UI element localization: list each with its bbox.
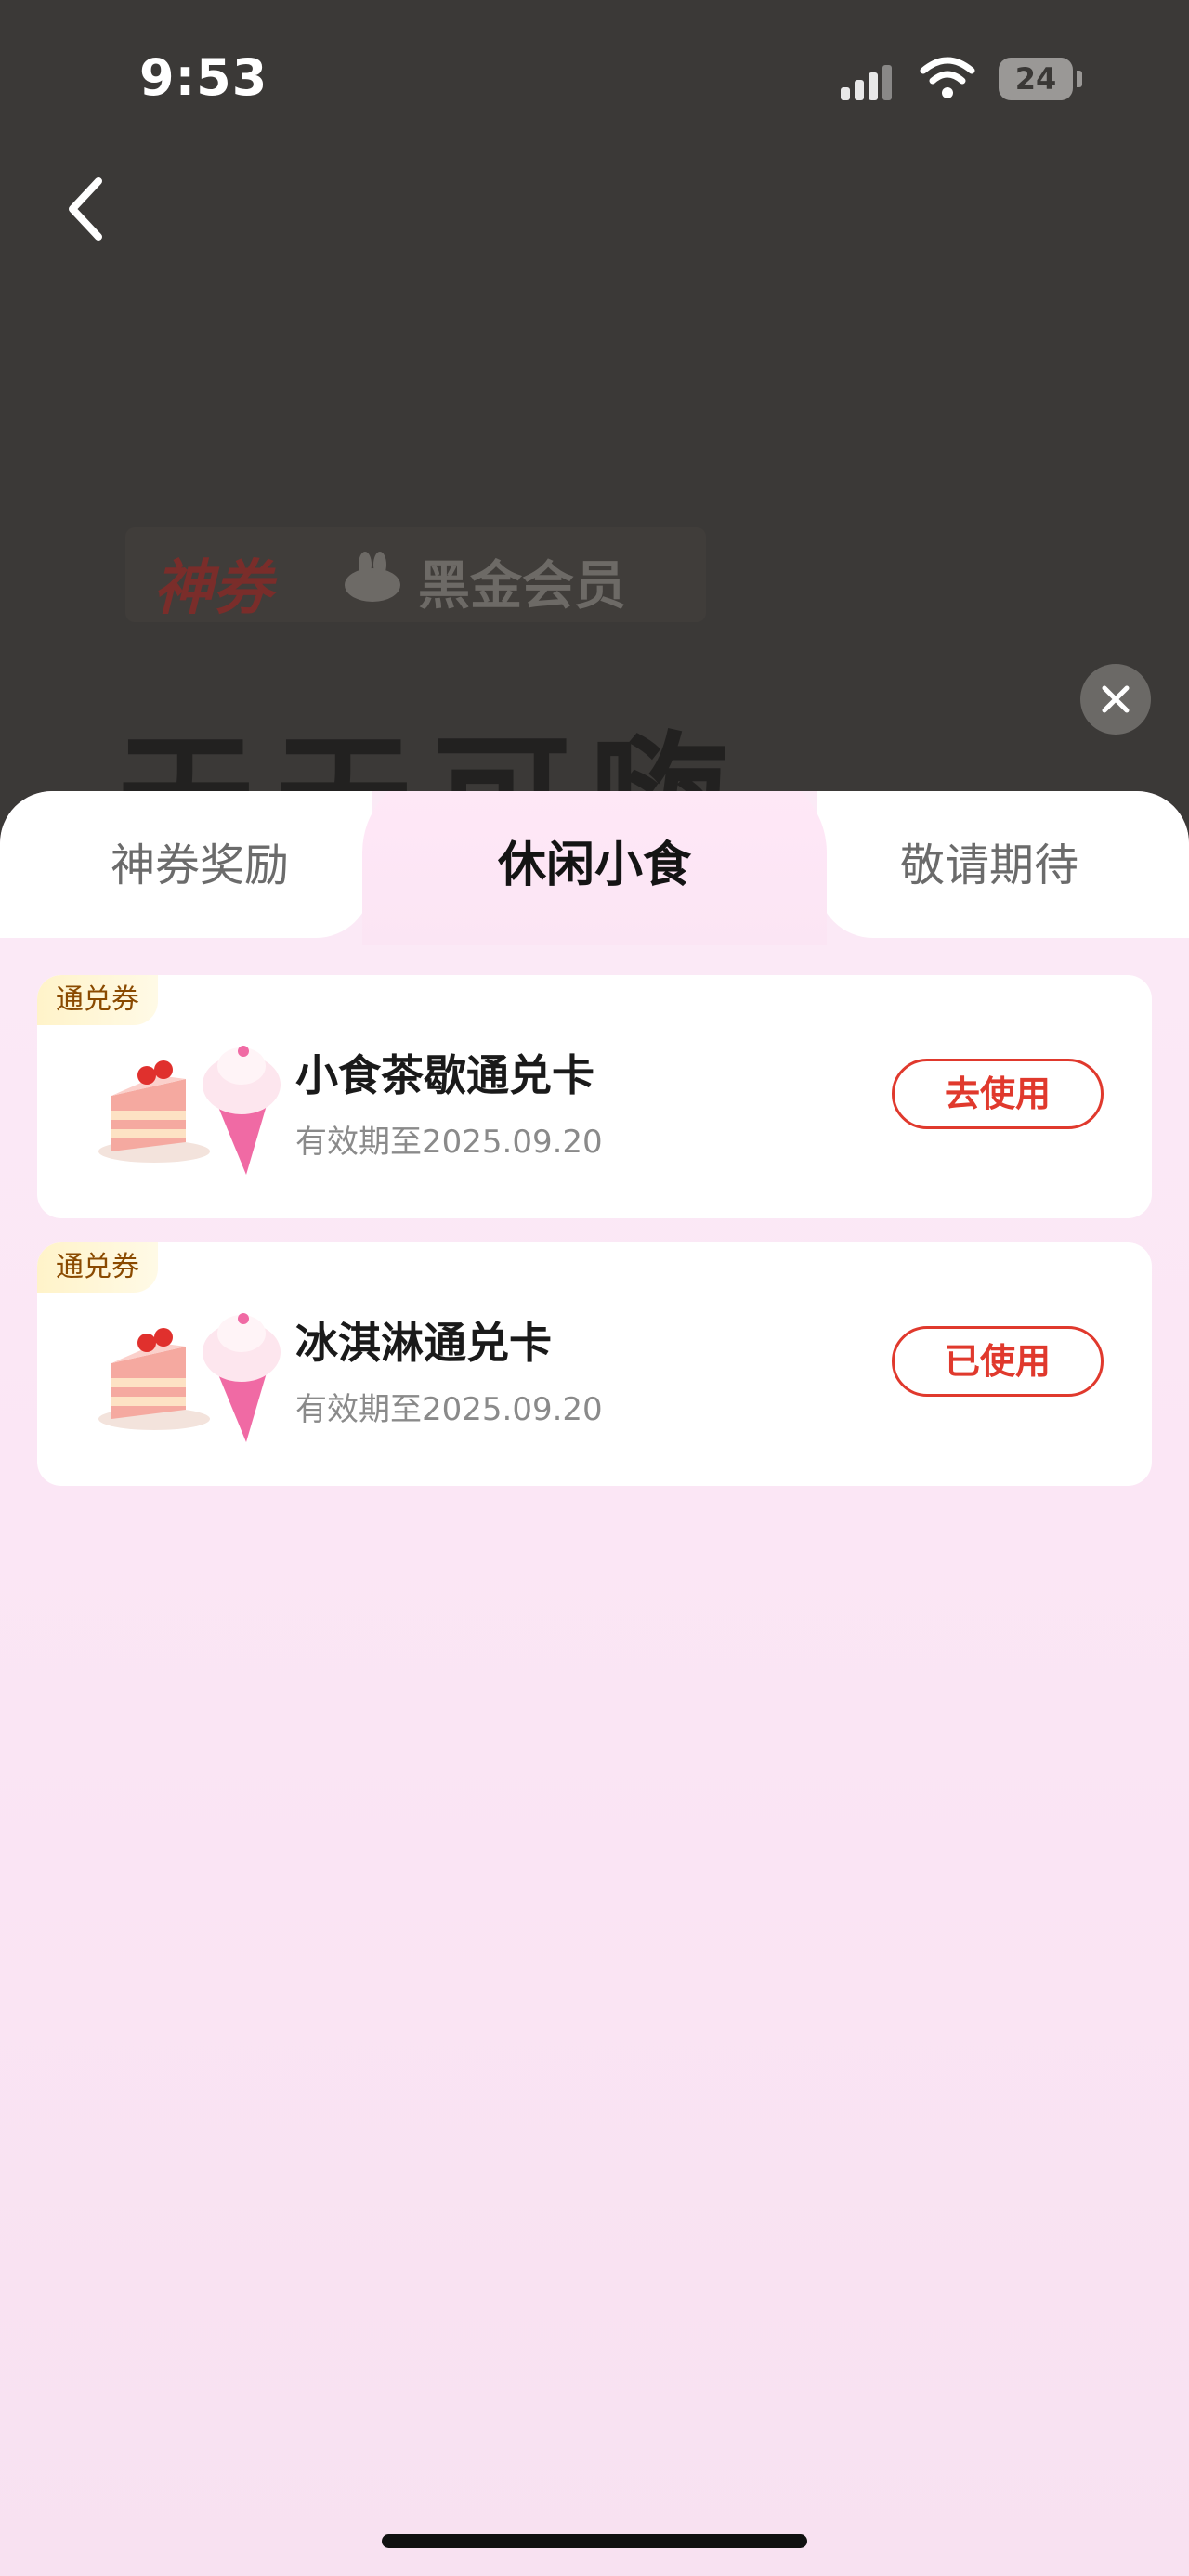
battery-icon: 24 [999, 58, 1073, 100]
used-button[interactable]: 已使用 [892, 1326, 1104, 1397]
close-button[interactable] [1080, 664, 1151, 735]
coupon-card: 通兑券 小食茶歇通兑卡 有效期至2025.09.20 去使用 [37, 975, 1152, 1218]
tab-bar: 神券奖励 休闲小食 敬请期待 [0, 791, 1189, 945]
tab-coupon-rewards[interactable]: 神券奖励 [28, 828, 372, 903]
battery-nub [1077, 71, 1082, 87]
cake-icecream-icon [98, 1046, 281, 1175]
status-bar: 9:53 24 [0, 0, 1189, 158]
coupon-sheet: 神券奖励 休闲小食 敬请期待 通兑券 小食茶歇通兑卡 有效期至2025.09.2… [0, 791, 1189, 2576]
close-icon [1102, 685, 1130, 713]
promo-tag: 神券 [153, 554, 272, 623]
coupon-tag: 通兑券 [37, 975, 158, 1025]
use-button[interactable]: 去使用 [892, 1059, 1104, 1129]
promo-brand: 黑金会员 [418, 556, 626, 617]
promo-banner: 神券 黑金会员 [125, 527, 706, 623]
home-indicator[interactable] [382, 2534, 807, 2548]
rabbit-logo-icon [345, 552, 400, 602]
coupon-validity: 有效期至2025.09.20 [295, 1391, 603, 1428]
tab-coming-soon[interactable]: 敬请期待 [817, 828, 1161, 903]
wifi-icon [920, 57, 975, 98]
tab-snacks[interactable]: 休闲小食 [372, 828, 817, 903]
cake-icecream-icon [98, 1313, 281, 1442]
back-arrow-icon[interactable] [58, 172, 113, 246]
signal-icon [841, 63, 896, 100]
background-headline: 天天可嗨 [116, 687, 748, 794]
coupon-title: 冰淇淋通兑卡 [295, 1318, 552, 1368]
status-time: 9:53 [139, 48, 268, 107]
battery-level: 24 [1014, 61, 1057, 97]
coupon-card: 通兑券 冰淇淋通兑卡 有效期至2025.09.20 已使用 [37, 1242, 1152, 1486]
coupon-tag: 通兑券 [37, 1242, 158, 1293]
coupon-validity: 有效期至2025.09.20 [295, 1124, 603, 1161]
coupon-title: 小食茶歇通兑卡 [295, 1050, 594, 1100]
